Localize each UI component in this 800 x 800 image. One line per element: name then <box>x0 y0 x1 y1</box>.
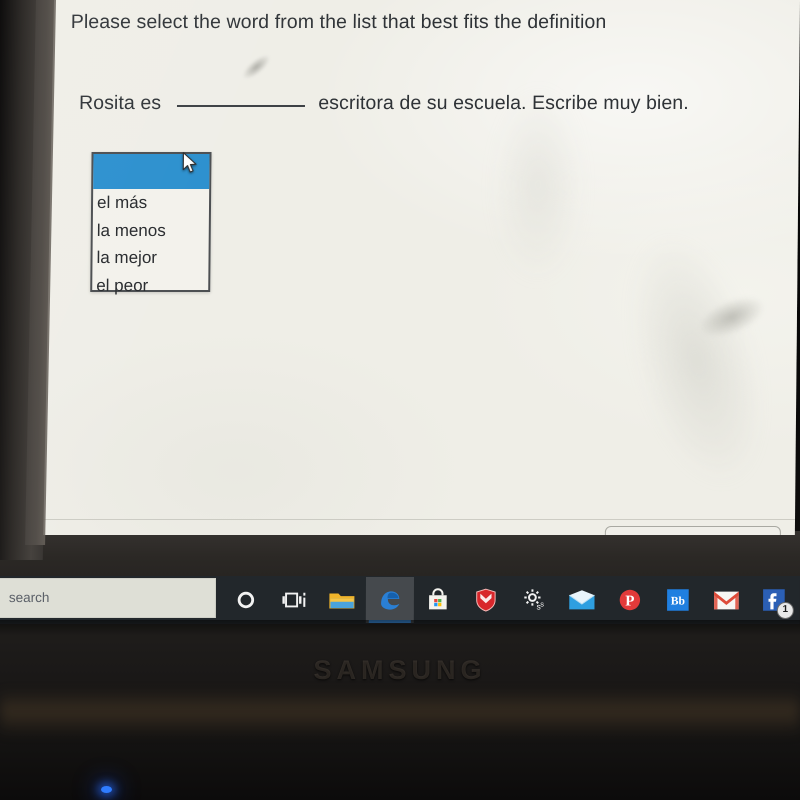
power-led-indicator <box>101 786 112 793</box>
windows-taskbar: search s s P Bb 1 <box>0 576 800 624</box>
listbox-option-la-menos[interactable]: la menos <box>93 217 209 245</box>
secondary-action-button[interactable] <box>604 526 781 535</box>
monitor-screen: Please select the word from the list tha… <box>40 0 800 535</box>
photo-of-monitor: SAMSUNG Please select the word from the … <box>0 0 800 800</box>
file-explorer-icon <box>329 593 355 609</box>
cortana-button[interactable] <box>222 577 270 623</box>
settings-gear-icon: s s <box>524 589 544 611</box>
microsoft-store-button[interactable] <box>414 577 462 623</box>
listbox-option-el-mas[interactable]: el más <box>93 189 209 217</box>
mail-icon <box>569 590 595 610</box>
question-sentence: Rosita es escritora de su escuela. Escri… <box>79 90 799 115</box>
microsoft-store-icon <box>429 588 447 610</box>
screen-smudge <box>238 50 274 84</box>
listbox-option-la-mejor[interactable]: la mejor <box>92 244 208 272</box>
quiz-page: Please select the word from the list tha… <box>40 0 800 535</box>
mcafee-button[interactable] <box>462 577 510 623</box>
screen-smudge <box>604 218 790 502</box>
listbox-option-el-peor[interactable]: el peor <box>92 272 208 300</box>
taskbar-icon-strip: s s P Bb 1 <box>222 576 800 624</box>
taskbar-edge-shadow <box>0 620 800 636</box>
sentence-part-before: Rosita es <box>78 92 162 114</box>
settings-button[interactable]: s s <box>510 577 558 623</box>
page-divider <box>40 519 800 520</box>
mcafee-icon <box>476 588 496 612</box>
screen-smudge <box>492 90 585 280</box>
screen-smudge <box>693 288 771 346</box>
svg-text:Bb: Bb <box>671 595 685 608</box>
facebook-button[interactable]: 1 <box>750 577 798 623</box>
gmail-button[interactable] <box>702 577 750 623</box>
blackboard-icon: Bb <box>667 589 689 611</box>
pinterest-icon: P <box>619 589 641 611</box>
answer-blank <box>176 90 305 107</box>
pinterest-button[interactable]: P <box>606 577 654 623</box>
facebook-notification-badge: 1 <box>776 602 794 619</box>
samsung-brand-text: SAMSUNG <box>313 655 487 685</box>
taskbar-search-box[interactable]: search <box>0 578 216 618</box>
word-choice-listbox[interactable]: el más la menos la mejor el peor <box>90 152 212 295</box>
svg-text:s: s <box>540 599 544 608</box>
edge-icon <box>381 591 400 610</box>
task-view-icon <box>282 592 306 608</box>
mail-button[interactable] <box>558 577 606 623</box>
blackboard-button[interactable]: Bb <box>654 577 702 623</box>
svg-text:P: P <box>625 594 634 610</box>
bezel-light-reflection <box>0 690 800 736</box>
sentence-part-after: escritora de su escuela. Escribe muy bie… <box>318 92 689 114</box>
taskbar-search-placeholder: search <box>8 590 50 605</box>
question-prompt: Please select the word from the list tha… <box>70 11 607 33</box>
file-explorer-button[interactable] <box>318 577 366 623</box>
gmail-icon <box>713 591 739 609</box>
edge-button[interactable] <box>365 577 414 623</box>
cortana-icon <box>237 591 255 609</box>
task-view-button[interactable] <box>270 577 318 623</box>
listbox-option-selected[interactable] <box>93 154 210 189</box>
